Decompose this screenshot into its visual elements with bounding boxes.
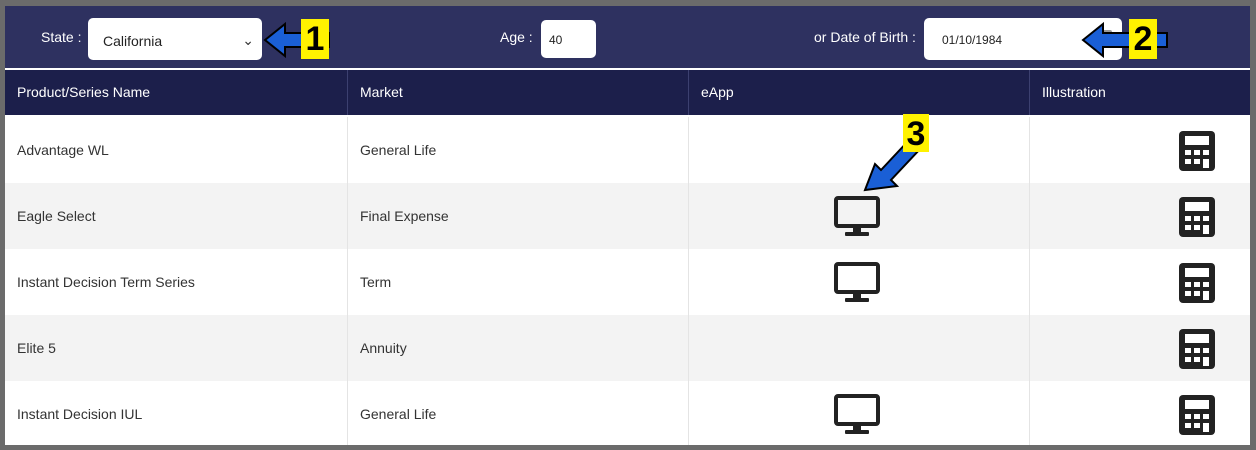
eapp-cell (689, 381, 1030, 445)
arrow-3 (863, 136, 923, 192)
arrow-2 (1081, 21, 1168, 59)
quote-panel: State : California ⌄ Age : 40 or Date of… (5, 6, 1250, 445)
header-market[interactable]: Market (348, 70, 689, 115)
market-cell: General Life (348, 117, 689, 183)
market-cell: Final Expense (348, 183, 689, 249)
product-name[interactable]: Instant Decision IUL (5, 381, 348, 445)
product-name[interactable]: Elite 5 (5, 315, 348, 381)
header-product[interactable]: Product/Series Name (5, 70, 348, 115)
table-row: Instant Decision Term Series Term (5, 249, 1250, 315)
illustration-cell (1030, 249, 1250, 315)
product-name[interactable]: Advantage WL (5, 117, 348, 183)
eapp-cell (689, 315, 1030, 381)
illustration-cell (1030, 183, 1250, 249)
monitor-icon[interactable] (833, 393, 881, 437)
market-cell: Term (348, 249, 689, 315)
calculator-icon[interactable] (1177, 327, 1217, 371)
dob-label: or Date of Birth : (814, 29, 916, 45)
badge-3: 3 (903, 114, 929, 153)
state-label: State : (41, 29, 82, 45)
illustration-cell (1030, 381, 1250, 445)
state-select[interactable]: California ⌄ (88, 18, 262, 60)
eapp-cell (689, 249, 1030, 315)
illustration-cell (1030, 117, 1250, 183)
illustration-cell (1030, 315, 1250, 381)
table-row: Instant Decision IUL General Life (5, 381, 1250, 445)
table-row: Elite 5 Annuity (5, 315, 1250, 381)
calculator-icon[interactable] (1177, 261, 1217, 305)
calculator-icon[interactable] (1177, 129, 1217, 173)
age-value: 40 (549, 33, 563, 47)
product-name[interactable]: Instant Decision Term Series (5, 249, 348, 315)
calculator-icon[interactable] (1177, 393, 1217, 437)
table-header: Product/Series Name Market eApp Illustra… (5, 70, 1250, 115)
monitor-icon[interactable] (833, 195, 881, 239)
market-cell: Annuity (348, 315, 689, 381)
age-input[interactable]: 40 (541, 20, 596, 58)
product-name[interactable]: Eagle Select (5, 183, 348, 249)
eapp-cell (689, 117, 1030, 183)
table-row: Eagle Select Final Expense (5, 183, 1250, 249)
dob-value: 01/10/1984 (942, 33, 1003, 47)
market-cell: General Life (348, 381, 689, 445)
filter-bar: State : California ⌄ Age : 40 or Date of… (5, 6, 1250, 68)
eapp-cell (689, 183, 1030, 249)
calculator-icon[interactable] (1177, 195, 1217, 239)
header-eapp[interactable]: eApp (689, 70, 1030, 115)
table-row: Advantage WL General Life (5, 117, 1250, 183)
badge-2: 2 (1129, 19, 1157, 59)
state-value: California (103, 33, 163, 49)
age-label: Age : (500, 29, 533, 45)
badge-1: 1 (301, 19, 329, 59)
monitor-icon[interactable] (833, 261, 881, 305)
chevron-down-icon: ⌄ (242, 32, 254, 48)
header-illustration[interactable]: Illustration (1030, 70, 1250, 115)
